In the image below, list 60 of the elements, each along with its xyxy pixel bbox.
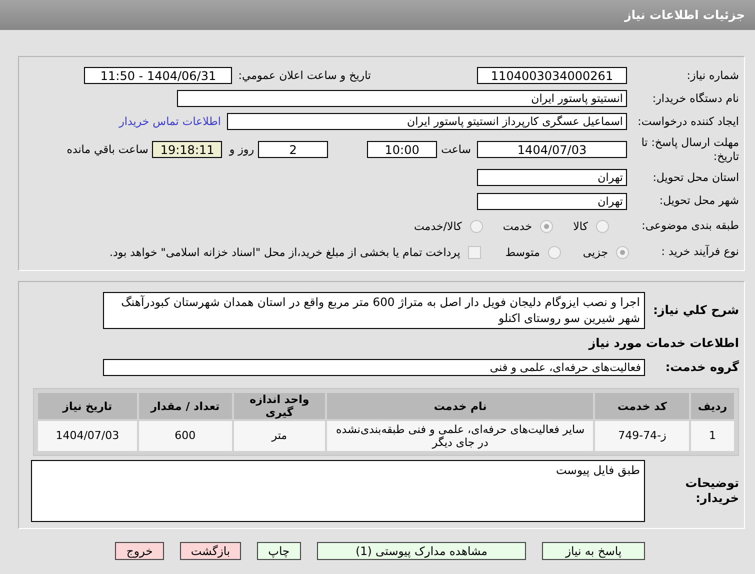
- radio-label: خدمت: [502, 220, 532, 232]
- table-cell: 600: [138, 421, 232, 452]
- field-label: نام دستگاه خریدار:: [651, 92, 739, 106]
- column-header: کد خدمت: [595, 393, 690, 420]
- field-label: نوع فرآیند خرید :: [660, 245, 739, 259]
- action-button[interactable]: چاپ: [257, 542, 301, 560]
- city-field: تهران: [477, 192, 627, 210]
- radio-button[interactable]: [540, 220, 554, 232]
- radio-button[interactable]: [548, 246, 561, 258]
- table-cell: ز-74-749: [595, 421, 690, 452]
- action-button[interactable]: پاسخ به نیاز: [542, 542, 645, 560]
- table-cell: سایر فعالیت‌های حرفه‌ای، علمی و فنی طبقه‌بندی‌نشده در جای دیگر: [327, 421, 594, 452]
- buyer-notes-box: طبق فایل پیوست: [31, 460, 645, 522]
- creator-field: اسماعیل عسگری کارپرداز انستیتو پاستور ایران: [227, 113, 627, 130]
- field-label: طبقه بندی موضوعی:: [640, 219, 739, 233]
- checkbox[interactable]: [468, 246, 482, 258]
- field-label: ایجاد کننده درخواست:: [636, 114, 739, 128]
- action-button[interactable]: مشاهده مدارک پیوستی (1): [316, 542, 526, 560]
- days-label: روز و: [229, 143, 254, 156]
- action-button[interactable]: خروج: [115, 542, 164, 560]
- radio-button[interactable]: [596, 220, 609, 232]
- column-header: تعداد / مقدار: [138, 393, 232, 420]
- column-header: ردیف: [691, 393, 734, 420]
- table-cell: متر: [234, 421, 326, 452]
- field-label: شهر محل تحویل:: [658, 194, 739, 208]
- field-label: تاریخ و ساعت اعلان عمومي:: [238, 69, 371, 82]
- province-field: تهران: [477, 169, 627, 186]
- radio-label: متوسط: [505, 246, 540, 258]
- deadline-time-field: 10:00: [367, 141, 438, 158]
- page-title: جزئیات اطلاعات نیاز: [624, 8, 745, 22]
- deadline-date-field: 1404/07/03: [477, 141, 627, 158]
- field-label: شرح کلي نیاز:: [652, 303, 739, 318]
- radio-button[interactable]: [470, 220, 483, 232]
- column-header: واحد اندازه گیری: [234, 393, 326, 420]
- column-header: تاریخ نیاز: [38, 393, 137, 420]
- time-label: ساعت: [441, 143, 471, 156]
- field-label: گروه خدمت:: [664, 360, 739, 376]
- need-number-field: 1104003034000261: [477, 67, 627, 84]
- table-cell: 1404/07/03: [38, 421, 137, 452]
- service-group-field: فعالیت‌های حرفه‌ای، علمی و فنی: [103, 359, 645, 376]
- column-header: نام خدمت: [327, 393, 594, 420]
- remaining-label: ساعت باقي مانده: [66, 143, 148, 156]
- description-box: اجرا و نصب ایزوگام دلیجان فویل دار اصل به متراژ 600 متر مربع واقع در استان همدان شهرستان کبودرآهنگ شهر شیرین سو روستای اکنلو: [103, 292, 645, 330]
- treasury-note: پرداخت تمام یا بخشی از مبلغ خرید،از محل "اسناد خزانه اسلامی" خواهد بود.: [110, 246, 460, 258]
- field-label: استان محل تحویل:: [652, 170, 739, 184]
- field-label: شماره نیاز:: [686, 68, 739, 82]
- buyer-org-field: انستیتو پاستور ایران: [177, 90, 627, 107]
- radio-label: کالا/خدمت: [414, 220, 462, 232]
- remaining-time-field: 19:18:11: [152, 141, 222, 158]
- section-title: اطلاعات خدمات مورد نیاز: [588, 336, 739, 350]
- radio-label: کالا: [573, 220, 588, 232]
- radio-button[interactable]: [616, 246, 629, 258]
- announce-date-field: 1404/06/31 - 11:50: [84, 67, 232, 84]
- radio-label: جزیی: [582, 246, 608, 258]
- field-label: مهلت ارسال پاسخ: تا تاریخ:: [640, 136, 739, 164]
- days-field: 2: [258, 141, 328, 158]
- action-button[interactable]: بازگشت: [180, 542, 242, 560]
- contact-link[interactable]: اطلاعات تماس خریدار: [119, 115, 221, 128]
- table-cell: 1: [691, 421, 734, 452]
- field-label: توضیحات خریدار:: [684, 476, 739, 506]
